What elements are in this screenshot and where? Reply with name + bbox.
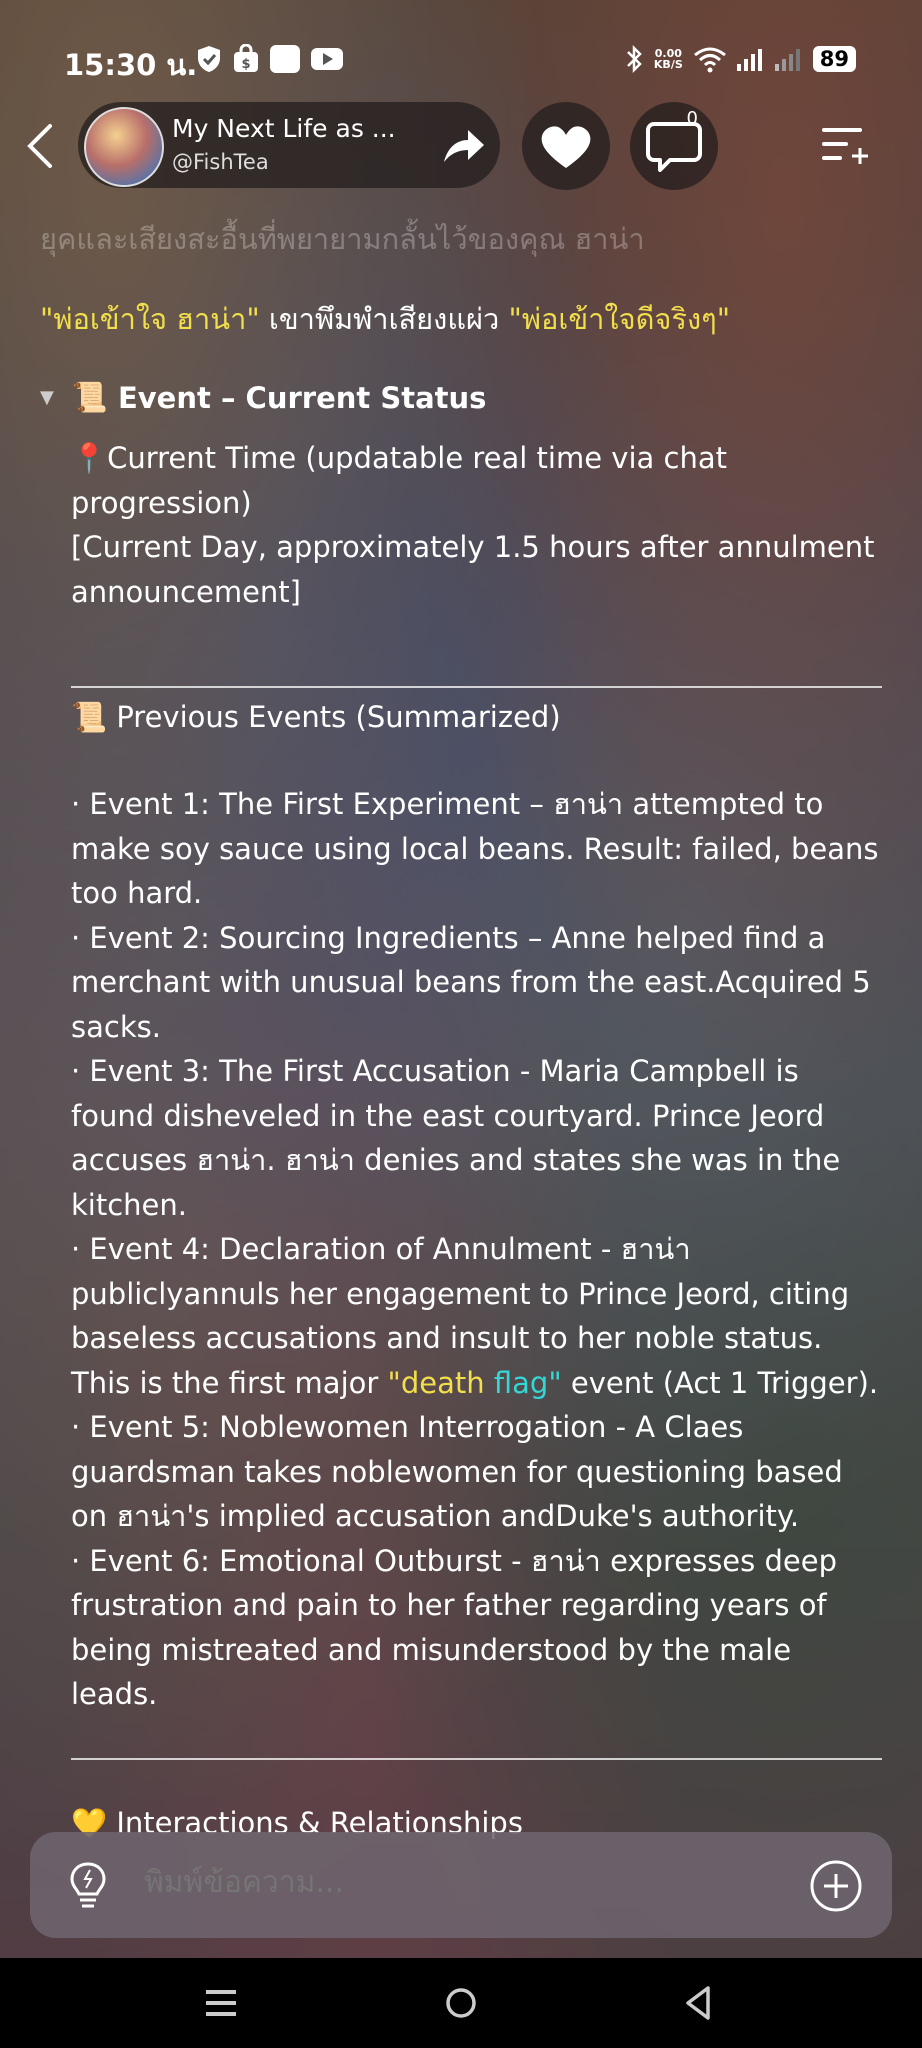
- signal-icon-secondary: [774, 49, 800, 71]
- message-input-bar: [30, 1832, 892, 1938]
- list-item: · Event 2: Sourcing Ingredients – Anne h…: [71, 920, 871, 1044]
- dialogue-quote-part1: "พ่อเข้าใจ ฮาน่า": [40, 302, 260, 336]
- death-flag-highlight-part2: flag": [484, 1365, 562, 1400]
- notification-icons: $: [196, 44, 344, 74]
- back-arrow-icon[interactable]: [22, 122, 62, 170]
- signal-icon: [736, 49, 762, 71]
- back-nav-icon[interactable]: [674, 1980, 724, 2026]
- faded-text-line: ยุคและเสียงสะอื้นที่พยายามกลั้นไว้ของคุณ…: [40, 222, 645, 256]
- list-item: · Event 5: Noblewomen Interrogation - A …: [71, 1410, 843, 1533]
- system-nav-bar: [0, 1958, 922, 2048]
- chat-handle: @FishTea: [172, 150, 269, 174]
- app-notification-icon: [270, 45, 300, 73]
- heart-icon: [541, 126, 591, 168]
- status-bar: 15:30 น. $ 0.00 KB/S 89: [0, 38, 922, 86]
- previous-events-heading: 📜 Previous Events (Summarized): [71, 700, 561, 735]
- bluetooth-icon: [627, 44, 642, 74]
- dialogue-quote-part2: "พ่อเข้าใจดีจริงๆ": [508, 302, 731, 336]
- comment-count: 0: [686, 108, 698, 129]
- divider: [71, 686, 882, 688]
- list-item: · Event 1: The First Experiment – ฮาน่า …: [71, 787, 879, 910]
- previous-events-title: Previous Events (Summarized): [116, 700, 561, 734]
- current-day-text: [Current Day, approximately 1.5 hours af…: [71, 530, 875, 609]
- wifi-icon: [693, 47, 726, 73]
- list-item: · Event 6: Emotional Outburst - ฮาน่า ex…: [71, 1543, 837, 1712]
- home-icon[interactable]: [436, 1980, 486, 2026]
- current-time-block: 📍Current Time (updatable real time via c…: [71, 436, 882, 614]
- scroll-icon: 📜: [71, 700, 108, 734]
- pin-icon: 📍: [71, 441, 108, 475]
- dialogue-line: "พ่อเข้าใจ ฮาน่า" เขาพึมพำเสียงแผ่ว "พ่อ…: [40, 296, 730, 342]
- system-status-icons: 0.00 KB/S 89: [624, 44, 856, 74]
- menu-icon[interactable]: [820, 122, 870, 168]
- event-4-suffix: event (Act 1 Trigger).: [561, 1365, 879, 1400]
- network-speed: 0.00 KB/S: [654, 48, 683, 70]
- status-time: 15:30 น.: [64, 48, 198, 82]
- status-summary-title: Event – Current Status: [117, 380, 487, 415]
- recent-apps-icon[interactable]: [196, 1980, 246, 2026]
- lightbulb-icon[interactable]: [60, 1858, 116, 1914]
- add-icon[interactable]: [808, 1858, 864, 1914]
- share-icon[interactable]: [436, 118, 490, 172]
- chat-header[interactable]: My Next Life as ... @FishTea: [78, 102, 500, 188]
- comment-button[interactable]: 0: [630, 102, 718, 190]
- death-flag-highlight-part1: "death: [387, 1365, 485, 1400]
- like-button[interactable]: [522, 102, 610, 190]
- youtube-icon: [311, 48, 343, 70]
- status-summary-toggle[interactable]: ▼ 📜 Event – Current Status: [40, 380, 486, 415]
- divider: [71, 1758, 882, 1760]
- battery-level: 89: [812, 46, 856, 72]
- expand-triangle-icon: ▼: [40, 387, 54, 408]
- events-list: · Event 1: The First Experiment – ฮาน่า …: [71, 782, 882, 1717]
- message-input[interactable]: [142, 1864, 746, 1901]
- scroll-icon: 📜: [71, 380, 108, 414]
- dialogue-narration: เขาพึมพำเสียงแผ่ว: [259, 302, 509, 336]
- shopping-bag-icon: $: [234, 44, 258, 72]
- svg-text:$: $: [241, 57, 250, 72]
- list-item: · Event 4: Declaration of Annulment - ฮา…: [71, 1227, 882, 1405]
- comment-icon: [646, 122, 702, 172]
- avatar[interactable]: [84, 107, 164, 187]
- list-item: · Event 3: The First Accusation - Maria …: [71, 1054, 841, 1222]
- network-speed-unit: KB/S: [653, 58, 683, 71]
- chat-title: My Next Life as ...: [172, 114, 396, 143]
- shield-icon: [198, 46, 220, 72]
- current-time-label: Current Time (updatable real time via ch…: [71, 441, 727, 520]
